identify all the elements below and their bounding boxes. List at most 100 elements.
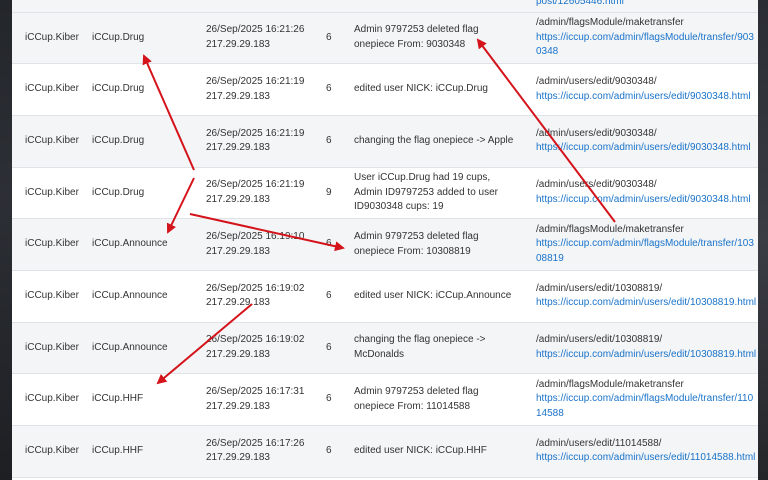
date-text: 26/Sep/2025 16:19:02 bbox=[206, 282, 305, 294]
row-link[interactable]: https://iccup.com/admin/users/edit/10308… bbox=[536, 348, 758, 363]
row-link[interactable]: https://iccup.com/admin/flagsModule/tran… bbox=[536, 237, 758, 266]
url-cell: /admin/flagsModule/maketransfer https://i… bbox=[536, 373, 758, 426]
table-row: iCCup.Kiber iCCup.Announce 26/Sep/2025 16:… bbox=[12, 218, 758, 271]
admin-name-cell: iCCup.Kiber bbox=[12, 425, 92, 478]
user-name-cell: iCCup.Drug bbox=[92, 115, 206, 168]
action-cell: edited user NICK: iCCup.Drug bbox=[354, 63, 536, 116]
row-link[interactable]: https://iccup.com/admin/flagsModule/tran… bbox=[536, 392, 758, 421]
date-text: 26/Sep/2025 16:21:26 bbox=[206, 24, 305, 36]
level-cell: 9 bbox=[326, 167, 354, 220]
admin-name-cell: iCCup.Kiber bbox=[12, 115, 92, 168]
url-cell: /admin/users/edit/10308819/https://iccup… bbox=[536, 270, 758, 323]
date-text: 26/Sep/2025 16:19:10 bbox=[206, 231, 305, 243]
user-name-cell: iCCup.Drug bbox=[92, 12, 206, 65]
ip-text: 217.29.29.183 bbox=[206, 348, 270, 360]
date-ip-cell: 26/Sep/2025 16:21:26 217.29.29.183 bbox=[206, 12, 326, 65]
date-ip-cell: 26/Sep/2025 16:19:02 217.29.29.183 bbox=[206, 270, 326, 323]
date-text: 26/Sep/2025 16:21:19 bbox=[206, 127, 305, 139]
table-row: iCCup.Kiber iCCup.HHF 26/Sep/2025 16:17:26… bbox=[12, 425, 758, 478]
row-link[interactable]: https://iccup.com/admin/users/edit/10308… bbox=[536, 296, 758, 311]
admin-log-table: post/12605446.html iCCup.Kiber iCCup.Drug… bbox=[12, 0, 758, 478]
route-path: /admin/flagsModule/maketransfer bbox=[536, 223, 684, 235]
date-ip-cell: 26/Sep/2025 16:17:26 217.29.29.183 bbox=[206, 425, 326, 478]
table-row: iCCup.Kiber iCCup.Drug 26/Sep/2025 16:21:1… bbox=[12, 167, 758, 220]
ip-text: 217.29.29.183 bbox=[206, 193, 270, 205]
date-text: 26/Sep/2025 16:17:26 bbox=[206, 437, 305, 449]
admin-name-cell: iCCup.Kiber bbox=[12, 218, 92, 271]
date-ip-cell: 26/Sep/2025 16:17:31 217.29.29.183 bbox=[206, 373, 326, 426]
table-row: iCCup.Kiber iCCup.HHF 26/Sep/2025 16:17:31… bbox=[12, 373, 758, 426]
table-row: iCCup.Kiber iCCup.Announce 26/Sep/2025 16:… bbox=[12, 322, 758, 375]
table-row: iCCup.Kiber iCCup.Drug 26/Sep/2025 16:21:2… bbox=[12, 12, 758, 65]
row-link[interactable]: https://iccup.com/admin/users/edit/90303… bbox=[536, 193, 758, 208]
action-cell: Admin 9797253 deleted flag onepiece From… bbox=[354, 218, 536, 271]
ip-text: 217.29.29.183 bbox=[206, 400, 270, 412]
table-row-partial: post/12605446.html bbox=[12, 0, 758, 13]
action-cell: edited user NICK: iCCup.Announce bbox=[354, 270, 536, 323]
date-text: 26/Sep/2025 16:21:19 bbox=[206, 76, 305, 88]
action-cell: Admin 9797253 deleted flag onepiece From… bbox=[354, 373, 536, 426]
level-cell: 6 bbox=[326, 12, 354, 65]
row-link[interactable]: https://iccup.com/admin/flagsModule/tran… bbox=[536, 31, 758, 60]
url-cell: /admin/flagsModule/maketransfer https://i… bbox=[536, 218, 758, 271]
user-name-cell: iCCup.Drug bbox=[92, 167, 206, 220]
ip-text: 217.29.29.183 bbox=[206, 142, 270, 154]
level-cell: 6 bbox=[326, 425, 354, 478]
url-cell: /admin/users/edit/9030348/https://iccup.… bbox=[536, 115, 758, 168]
url-cell: /admin/flagsModule/maketransfer https://i… bbox=[536, 12, 758, 65]
admin-name-cell: iCCup.Kiber bbox=[12, 63, 92, 116]
route-path: /admin/users/edit/9030348/ bbox=[536, 76, 657, 88]
ip-text: 217.29.29.183 bbox=[206, 245, 270, 257]
level-cell: 6 bbox=[326, 115, 354, 168]
row-link[interactable]: https://iccup.com/admin/users/edit/90303… bbox=[536, 141, 758, 156]
action-cell: changing the flag onepiece -> McDonalds bbox=[354, 322, 536, 375]
action-cell: edited user NICK: iCCup.HHF bbox=[354, 425, 536, 478]
route-path: /admin/users/edit/11014588/ bbox=[536, 437, 662, 449]
route-path: /admin/users/edit/10308819/ bbox=[536, 334, 663, 346]
ip-text: 217.29.29.183 bbox=[206, 38, 270, 50]
url-cell: /admin/users/edit/10308819/https://iccup… bbox=[536, 322, 758, 375]
date-ip-cell: 26/Sep/2025 16:19:10 217.29.29.183 bbox=[206, 218, 326, 271]
user-name-cell: iCCup.HHF bbox=[92, 425, 206, 478]
row-link[interactable]: post/12605446.html bbox=[536, 0, 758, 9]
log-panel: post/12605446.html iCCup.Kiber iCCup.Drug… bbox=[12, 0, 758, 480]
level-cell: 6 bbox=[326, 218, 354, 271]
date-ip-cell: 26/Sep/2025 16:19:02 217.29.29.183 bbox=[206, 322, 326, 375]
url-cell: /admin/users/edit/11014588/https://iccup… bbox=[536, 425, 758, 478]
row-link[interactable]: https://iccup.com/admin/users/edit/11014… bbox=[536, 451, 758, 466]
date-ip-cell: 26/Sep/2025 16:21:19 217.29.29.183 bbox=[206, 115, 326, 168]
action-cell: Admin 9797253 deleted flag onepiece From… bbox=[354, 12, 536, 65]
route-path: /admin/users/edit/9030348/ bbox=[536, 179, 657, 191]
url-cell: /admin/users/edit/9030348/https://iccup.… bbox=[536, 63, 758, 116]
table-row: iCCup.Kiber iCCup.Drug 26/Sep/2025 16:21:1… bbox=[12, 115, 758, 168]
ip-text: 217.29.29.183 bbox=[206, 297, 270, 309]
route-path: /admin/users/edit/10308819/ bbox=[536, 282, 663, 294]
route-path: /admin/users/edit/9030348/ bbox=[536, 127, 657, 139]
admin-name-cell: iCCup.Kiber bbox=[12, 373, 92, 426]
user-name-cell: iCCup.Announce bbox=[92, 218, 206, 271]
user-name-cell: iCCup.HHF bbox=[92, 373, 206, 426]
background-left-edge bbox=[0, 0, 12, 480]
user-name-cell: iCCup.Announce bbox=[92, 270, 206, 323]
user-name-cell: iCCup.Announce bbox=[92, 322, 206, 375]
admin-name-cell: iCCup.Kiber bbox=[12, 322, 92, 375]
level-cell: 6 bbox=[326, 373, 354, 426]
date-text: 26/Sep/2025 16:17:31 bbox=[206, 386, 305, 398]
date-text: 26/Sep/2025 16:21:19 bbox=[206, 179, 305, 191]
row-link[interactable]: https://iccup.com/admin/users/edit/90303… bbox=[536, 90, 758, 105]
table-row: iCCup.Kiber iCCup.Announce 26/Sep/2025 16:… bbox=[12, 270, 758, 323]
level-cell: 6 bbox=[326, 270, 354, 323]
date-ip-cell: 26/Sep/2025 16:21:19 217.29.29.183 bbox=[206, 167, 326, 220]
level-cell: 6 bbox=[326, 322, 354, 375]
ip-text: 217.29.29.183 bbox=[206, 452, 270, 464]
action-cell: changing the flag onepiece -> Apple bbox=[354, 115, 536, 168]
route-path: /admin/flagsModule/maketransfer bbox=[536, 378, 684, 390]
url-cell: /admin/users/edit/9030348/https://iccup.… bbox=[536, 167, 758, 220]
user-name-cell: iCCup.Drug bbox=[92, 63, 206, 116]
admin-name-cell: iCCup.Kiber bbox=[12, 270, 92, 323]
date-ip-cell: 26/Sep/2025 16:21:19 217.29.29.183 bbox=[206, 63, 326, 116]
date-text: 26/Sep/2025 16:19:02 bbox=[206, 334, 305, 346]
background-right-edge bbox=[758, 0, 768, 480]
ip-text: 217.29.29.183 bbox=[206, 90, 270, 102]
admin-name-cell: iCCup.Kiber bbox=[12, 167, 92, 220]
